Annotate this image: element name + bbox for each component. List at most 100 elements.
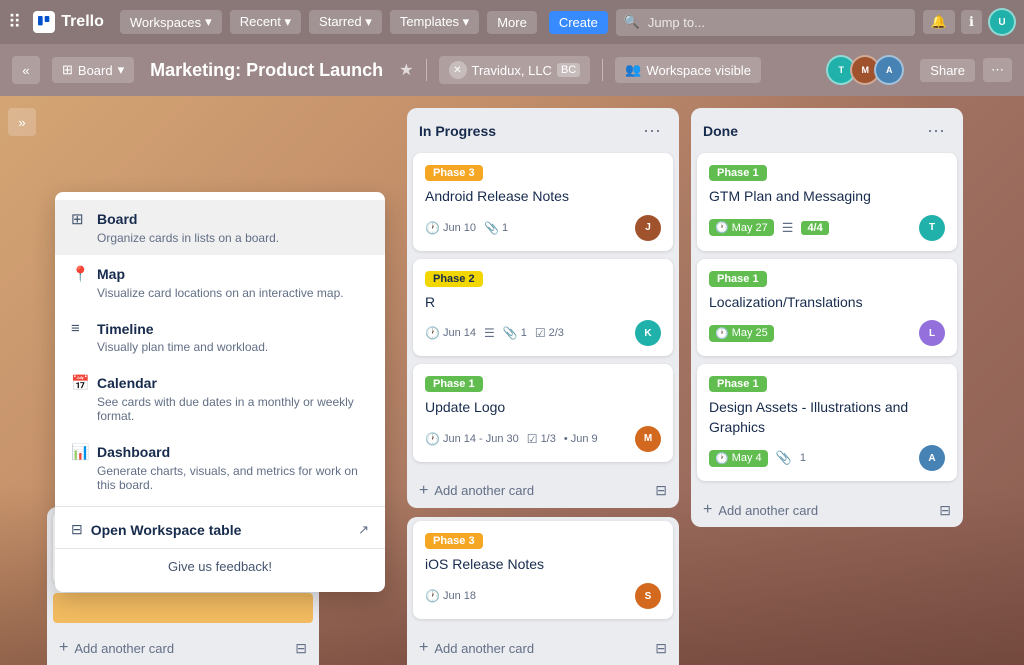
workspace-table-item[interactable]: ⊟ Open Workspace table ↗: [55, 511, 385, 548]
template-icon[interactable]: ⊟: [939, 502, 951, 519]
card-android-release[interactable]: Phase 3 Android Release Notes 🕐 Jun 10 📎…: [413, 153, 673, 251]
collapse-sidebar-btn[interactable]: »: [8, 108, 36, 136]
templates-btn[interactable]: Templates ▾: [390, 10, 479, 34]
create-btn[interactable]: Create: [549, 11, 608, 34]
date-badge: 🕐 May 25: [709, 325, 774, 342]
clock-icon: 🕐: [715, 327, 729, 340]
card-localization[interactable]: Phase 1 Localization/Translations 🕐 May …: [697, 259, 957, 357]
clock-icon: 🕐: [715, 452, 729, 465]
board-view-icon: ⊞: [71, 210, 89, 228]
clock-icon: 🕐: [425, 221, 440, 235]
extra-info: • Jun 9: [564, 433, 598, 445]
card-gtm[interactable]: Phase 1 GTM Plan and Messaging 🕐 May 27 …: [697, 153, 957, 251]
external-link-icon: ↗: [358, 522, 369, 538]
due-date: Jun 14: [443, 327, 476, 339]
view-item-map[interactable]: 📍 Map Visualize card locations on an int…: [55, 255, 385, 310]
trello-logo: Trello: [33, 11, 104, 33]
card-meta: 🕐 May 4 📎 1 A: [709, 445, 945, 471]
view-item-calendar[interactable]: 📅 Calendar See cards with due dates in a…: [55, 364, 385, 433]
template-icon[interactable]: ⊟: [295, 640, 307, 657]
more-btn[interactable]: More: [487, 11, 537, 34]
attachment-count: 1: [521, 327, 527, 339]
sidebar-toggle-btn[interactable]: «: [12, 56, 40, 84]
view-item-calendar-desc: See cards with due dates in a monthly or…: [97, 395, 369, 423]
add-card-btn-ios[interactable]: + Add another card ⊟: [407, 631, 679, 665]
due-date: Jun 18: [443, 590, 476, 602]
checklist-icon: ☑: [527, 432, 538, 446]
add-card-label: Add another card: [434, 483, 534, 498]
share-btn[interactable]: Share: [920, 59, 975, 82]
card-tag: Phase 1: [709, 165, 767, 181]
board-icon: ⊞: [62, 62, 73, 78]
add-card-btn-bottom[interactable]: + Add another card ⊟: [47, 631, 319, 665]
chevron-down-icon: ▾: [118, 62, 125, 78]
card-avatar: A: [919, 445, 945, 471]
card-meta: 🕐 Jun 14 - Jun 30 ☑ 1/3 • Jun 9 M: [425, 426, 661, 452]
add-card-btn-in-progress[interactable]: + Add another card ⊟: [407, 474, 679, 508]
plus-icon: +: [419, 639, 428, 657]
user-avatar-group[interactable]: U: [988, 8, 1016, 36]
calendar-icon: 📅: [71, 374, 89, 392]
workspaces-btn[interactable]: Workspaces ▾: [120, 10, 222, 34]
list-menu-done-btn[interactable]: ···: [921, 118, 951, 143]
template-icon[interactable]: ⊟: [655, 482, 667, 499]
checklist-count: 2/3: [549, 327, 564, 339]
view-item-timeline[interactable]: ≡ Timeline Visually plan time and worklo…: [55, 310, 385, 364]
starred-btn[interactable]: Starred ▾: [309, 10, 382, 34]
notifications-btn[interactable]: 🔔: [923, 10, 955, 34]
card-update-logo[interactable]: Phase 1 Update Logo 🕐 Jun 14 - Jun 30 ☑ …: [413, 364, 673, 462]
visibility-btn[interactable]: 👥 Workspace visible: [615, 57, 761, 83]
list-icon: ☰: [782, 220, 794, 236]
search-icon: 🔍: [624, 14, 640, 30]
view-item-map-label: Map: [97, 266, 125, 282]
list-in-progress: In Progress ··· Phase 3 Android Release …: [407, 108, 679, 508]
card-tag: Phase 2: [425, 271, 483, 287]
dropdown-divider: [55, 506, 385, 507]
list-cards-in-progress: Phase 3 Android Release Notes 🕐 Jun 10 📎…: [407, 149, 679, 474]
board-view-btn[interactable]: ⊞ Board ▾: [52, 57, 134, 83]
divider2: [602, 59, 603, 81]
list-ios-partial: Phase 3 iOS Release Notes 🕐 Jun 18 S + A…: [407, 517, 679, 665]
due-date: May 4: [732, 452, 762, 464]
view-item-dashboard[interactable]: 📊 Dashboard Generate charts, visuals, an…: [55, 433, 385, 502]
grid-icon[interactable]: ⠿: [8, 12, 21, 33]
board-area: » ⊞ Board Organize cards in lists on a b…: [0, 96, 1024, 665]
due-date: Jun 14 - Jun 30: [443, 433, 519, 445]
card-tag: Phase 1: [425, 376, 483, 392]
card-design-assets[interactable]: Phase 1 Design Assets - Illustrations an…: [697, 364, 957, 481]
attachment-count: 1: [502, 222, 508, 234]
card-avatar: T: [919, 215, 945, 241]
map-icon: 📍: [71, 265, 89, 283]
search-input[interactable]: [616, 9, 915, 36]
template-icon[interactable]: ⊟: [655, 640, 667, 657]
view-dropdown: ⊞ Board Organize cards in lists on a boa…: [55, 192, 385, 592]
card-meta: 🕐 May 25 L: [709, 320, 945, 346]
member-avatar-3[interactable]: A: [874, 55, 904, 85]
star-btn[interactable]: ★: [399, 60, 413, 80]
view-item-map-desc: Visualize card locations on an interacti…: [97, 286, 369, 300]
view-item-board[interactable]: ⊞ Board Organize cards in lists on a boa…: [55, 200, 385, 255]
card-ios-release[interactable]: Phase 3 iOS Release Notes 🕐 Jun 18 S: [413, 521, 673, 619]
timeline-icon: ≡: [71, 320, 89, 337]
list-title-done: Done: [703, 123, 738, 139]
more-options-btn[interactable]: ⋯: [983, 58, 1012, 82]
card-avatar: S: [635, 583, 661, 609]
recent-btn[interactable]: Recent ▾: [230, 10, 301, 34]
card-title: Localization/Translations: [709, 293, 945, 313]
card-tag: Phase 3: [425, 533, 483, 549]
workspace-x-icon: ✕: [449, 61, 467, 79]
add-card-btn-done[interactable]: + Add another card ⊟: [691, 493, 963, 527]
workspace-chip[interactable]: ✕ Travidux, LLC BC: [439, 56, 591, 84]
view-item-board-label: Board: [97, 211, 137, 227]
user-avatar[interactable]: U: [988, 8, 1016, 36]
checklist-icon: ☑: [535, 326, 546, 340]
board-header: « ⊞ Board ▾ Marketing: Product Launch ★ …: [0, 44, 1024, 96]
feedback-btn[interactable]: Give us feedback!: [55, 548, 385, 584]
card-r[interactable]: Phase 2 R 🕐 Jun 14 ☰ 📎 1: [413, 259, 673, 357]
card-tag: Phase 3: [425, 165, 483, 181]
list-menu-btn[interactable]: ···: [637, 118, 667, 143]
date-badge: 🕐 May 4: [709, 450, 768, 467]
card-title: R: [425, 293, 661, 313]
view-item-timeline-label: Timeline: [97, 321, 154, 337]
info-btn[interactable]: ℹ: [961, 10, 982, 34]
